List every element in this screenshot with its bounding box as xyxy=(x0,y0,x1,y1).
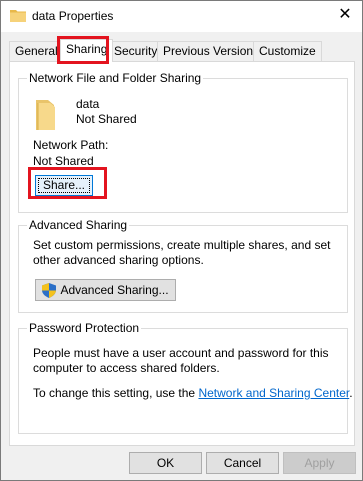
network-sharing-center-link[interactable]: Network and Sharing Center xyxy=(198,386,349,400)
advanced-sharing-button[interactable]: Advanced Sharing... xyxy=(35,279,176,301)
tab-security[interactable]: Security xyxy=(108,41,164,61)
advanced-sharing-button-label: Advanced Sharing... xyxy=(60,283,169,297)
ok-button[interactable]: OK xyxy=(129,452,202,474)
advanced-sharing-description: Set custom permissions, create multiple … xyxy=(33,238,331,267)
password-protection-group: Password Protection People must have a u… xyxy=(18,321,353,434)
share-button[interactable]: Share... xyxy=(35,175,93,196)
change-setting-suffix: . xyxy=(349,386,353,400)
network-sharing-group: Network File and Folder Sharing data Not… xyxy=(18,71,348,213)
folder-icon xyxy=(36,100,55,130)
cancel-button[interactable]: Cancel xyxy=(206,452,279,474)
advanced-sharing-group: Advanced Sharing Set custom permissions,… xyxy=(18,218,348,313)
tab-customize[interactable]: Customize xyxy=(253,41,322,61)
network-path-label: Network Path: xyxy=(33,138,109,152)
password-protection-description: People must have a user account and pass… xyxy=(33,346,329,375)
properties-window: data Properties ✕ General Sharing Securi… xyxy=(0,0,363,481)
password-protection-title: Password Protection xyxy=(27,321,142,335)
advanced-sharing-title: Advanced Sharing xyxy=(27,218,130,232)
close-icon[interactable]: ✕ xyxy=(337,7,353,23)
change-setting-prefix: To change this setting, use the xyxy=(33,386,199,400)
network-path-value: Not Shared xyxy=(33,154,94,168)
folder-status: Not Shared xyxy=(76,112,137,126)
tab-general[interactable]: General xyxy=(9,41,64,61)
folder-icon xyxy=(10,10,26,22)
uac-shield-icon xyxy=(42,283,56,298)
window-title: data Properties xyxy=(32,9,114,23)
network-sharing-title: Network File and Folder Sharing xyxy=(27,71,204,85)
tab-sharing[interactable]: Sharing xyxy=(60,39,114,62)
share-button-focus-ring xyxy=(38,178,90,193)
title-bar: data Properties ✕ xyxy=(1,1,362,32)
sharing-panel: Network File and Folder Sharing data Not… xyxy=(9,61,355,446)
tab-previous-versions[interactable]: Previous Versions xyxy=(157,41,266,61)
folder-name: data xyxy=(76,97,100,111)
apply-button[interactable]: Apply xyxy=(283,452,356,474)
change-setting-text: To change this setting, use the Network … xyxy=(33,386,353,400)
